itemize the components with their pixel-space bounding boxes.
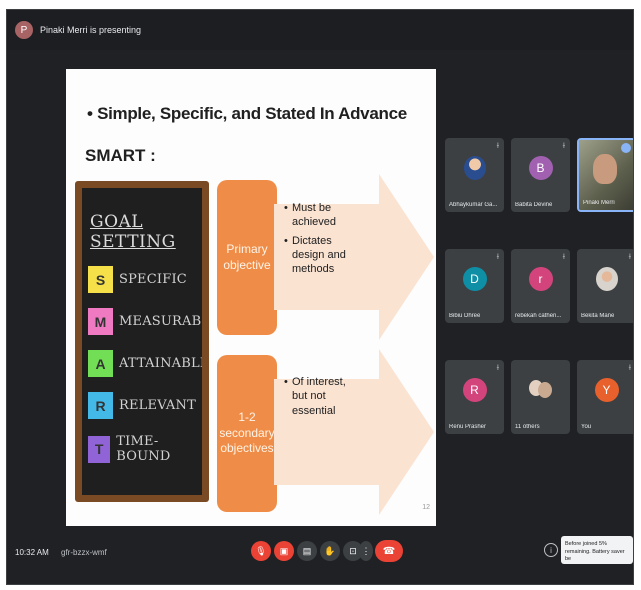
participant-tile[interactable]: ɫ Abhaykumar Ga... [445,138,504,212]
participant-avatar: B [528,156,553,180]
goal-row: A ATTAINABLE [88,350,202,377]
presenter-label: Pinaki Merri is presenting [40,25,142,35]
goal-row: S SPECIFIC [88,266,187,293]
mic-off-icon: ɫ [496,365,499,372]
participant-tile-others[interactable]: 11 others [511,360,570,434]
meeting-window: P Pinaki Merri is presenting • Simple, S… [6,9,634,585]
secondary-point: Of interest, but not essential [284,375,346,418]
captions-icon: ▤ [302,545,312,556]
goal-row: M MEASURABLE [88,308,202,335]
clock-time: 10:32 AM [15,548,49,557]
secondary-points: Of interest, but not essential [284,375,346,422]
participant-name: You [581,424,592,430]
participant-photo [595,267,618,291]
goal-word: MEASURABLE [119,314,202,329]
speaking-indicator-icon [621,143,631,153]
goal-row: R RELEVANT [88,392,196,419]
primary-points: Must be achieved Dictates design and met… [284,201,346,280]
goal-word: RELEVANT [119,398,196,413]
goal-row: T TIME-BOUND [88,434,202,464]
others-label: 11 others [515,424,540,430]
mic-toggle-button[interactable]: 🎙 [251,541,271,561]
participant-tile[interactable]: ɫ Bekita Mane [577,249,633,323]
participant-photo [463,156,486,180]
sticky-note: T [88,435,111,463]
camera-toggle-button[interactable]: ▣ [274,541,294,561]
participant-name: Bekita Mane [581,313,615,319]
hand-icon: ✋ [324,545,336,556]
participant-tile-active[interactable]: Pinaki Merri [577,138,633,212]
presentation-slide: • Simple, Specific, and Stated In Advanc… [66,69,436,526]
presenter-avatar: P [15,21,33,39]
info-icon[interactable]: i [544,543,558,557]
present-screen-icon: ⊡ [349,545,357,556]
top-bar: P Pinaki Merri is presenting [7,10,633,50]
participant-name: Renu Prasher [449,424,487,430]
mic-off-icon: ɫ [496,143,499,150]
participant-name: Pinaki Merri [583,200,615,206]
participant-name: Bibiu Dhree [449,313,481,319]
battery-tooltip: Before joined 5% remaining. Battery save… [561,536,633,564]
mic-off-icon: ɫ [562,143,565,150]
mic-off-icon: 🎙 [255,545,267,556]
sticky-note: M [88,308,113,335]
participant-avatar: Y [594,378,619,402]
more-vert-icon: ⋮ [361,545,371,556]
primary-point: Dictates design and methods [284,234,346,277]
participant-tile[interactable]: r ɫ rebekah catheri... [511,249,570,323]
chalkboard-title: GOAL SETTING [90,212,176,252]
participant-tile-self[interactable]: Y ɫ You [577,360,633,434]
hang-up-icon: ☎ [382,545,396,557]
camera-off-icon: ▣ [279,545,289,556]
participant-tile[interactable]: D ɫ Bibiu Dhree [445,249,504,323]
participant-tile[interactable]: R ɫ Renu Prasher [445,360,504,434]
secondary-arrow [274,349,434,515]
slide-number: 12 [422,504,430,511]
participant-avatar: r [528,267,553,291]
sticky-note: R [88,392,113,419]
more-options-button[interactable]: ⋮ [359,541,373,561]
captions-button[interactable]: ▤ [297,541,317,561]
participant-face [593,154,617,184]
mic-off-icon: ɫ [628,254,631,261]
raise-hand-button[interactable]: ✋ [320,541,340,561]
secondary-objective-box: 1-2 secondary objectives [217,355,277,512]
primary-point: Must be achieved [284,201,346,230]
participant-tile[interactable]: B ɫ Babita Devine [511,138,570,212]
participant-avatar: R [462,378,487,402]
mic-off-icon: ɫ [562,254,565,261]
goal-word: SPECIFIC [119,272,187,287]
end-call-button[interactable]: ☎ [375,540,403,562]
meeting-code[interactable]: gfr-bzzx-wmf [61,548,107,557]
participant-avatar: D [462,267,487,291]
mic-off-icon: ɫ [496,254,499,261]
sticky-note: S [88,266,113,293]
primary-objective-box: Primary objective [217,180,277,335]
participant-name: rebekah catheri... [515,313,562,319]
goal-word: ATTAINABLE [119,356,202,371]
participant-name: Babita Devine [515,202,553,208]
sticky-note: A [88,350,113,377]
mic-off-icon: ɫ [628,365,631,372]
goal-setting-chalkboard: GOAL SETTING S SPECIFIC M MEASURABLE A ATTAIN… [75,181,209,502]
slide-subtitle: SMART : [85,146,156,165]
participant-name: Abhaykumar Ga... [449,202,498,208]
slide-bullet: • Simple, Specific, and Stated In Advanc… [87,104,407,123]
goal-word: TIME-BOUND [116,434,171,464]
others-avatar [538,382,552,398]
